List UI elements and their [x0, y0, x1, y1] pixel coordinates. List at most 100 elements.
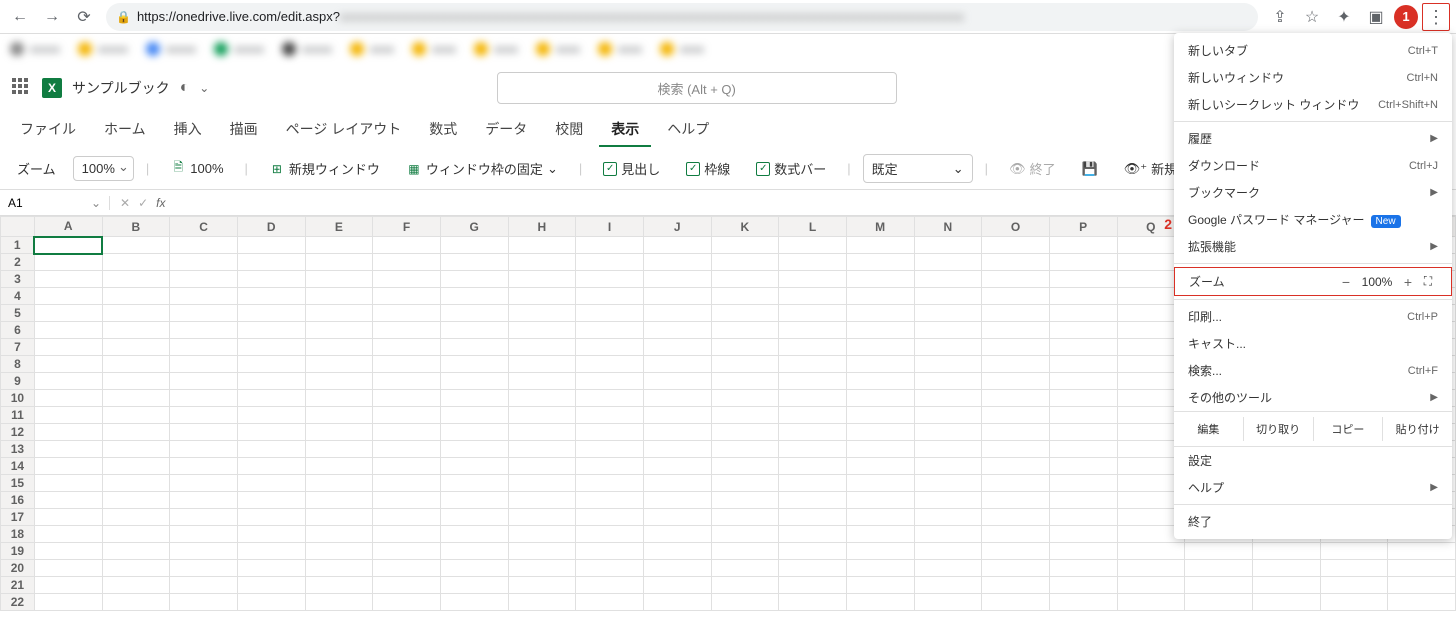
cell[interactable] — [1252, 577, 1320, 594]
cell[interactable] — [34, 271, 102, 288]
cell[interactable] — [643, 560, 711, 577]
cell[interactable] — [508, 271, 576, 288]
row-header[interactable]: 6 — [1, 322, 35, 339]
cell[interactable] — [711, 509, 779, 526]
cell[interactable] — [1049, 271, 1117, 288]
cell[interactable] — [508, 356, 576, 373]
cell[interactable] — [373, 407, 441, 424]
sensitivity-icon[interactable]: ◐ — [180, 79, 190, 97]
cell[interactable] — [508, 577, 576, 594]
cell[interactable] — [643, 271, 711, 288]
row-header[interactable]: 19 — [1, 543, 35, 560]
cell[interactable] — [1049, 492, 1117, 509]
cell[interactable] — [779, 237, 847, 254]
cell[interactable] — [576, 356, 644, 373]
cell[interactable] — [34, 390, 102, 407]
column-header[interactable]: A — [34, 217, 102, 237]
menu-exit[interactable]: 終了 — [1174, 508, 1452, 535]
ribbon-tab[interactable]: 描画 — [218, 113, 270, 147]
cell[interactable] — [102, 441, 170, 458]
cell[interactable] — [1185, 594, 1253, 611]
cell[interactable] — [914, 305, 982, 322]
cell[interactable] — [914, 339, 982, 356]
cell[interactable] — [1049, 339, 1117, 356]
cell[interactable] — [779, 305, 847, 322]
cell[interactable] — [982, 339, 1050, 356]
cell[interactable] — [711, 424, 779, 441]
cell[interactable] — [440, 288, 508, 305]
fx-label[interactable]: fx — [156, 196, 165, 210]
cell[interactable] — [779, 271, 847, 288]
column-header[interactable]: K — [711, 217, 779, 237]
cell[interactable] — [170, 526, 238, 543]
cell[interactable] — [34, 475, 102, 492]
extensions-icon[interactable]: ✦ — [1330, 3, 1358, 31]
cell[interactable] — [576, 288, 644, 305]
cell[interactable] — [914, 475, 982, 492]
cell[interactable] — [779, 322, 847, 339]
menu-cast[interactable]: キャスト... — [1174, 330, 1452, 357]
cell[interactable] — [440, 509, 508, 526]
cell[interactable] — [102, 492, 170, 509]
cell[interactable] — [914, 441, 982, 458]
cell[interactable] — [1049, 577, 1117, 594]
formula-bar-toggle[interactable]: ✓数式バー — [747, 154, 835, 183]
cell[interactable] — [643, 458, 711, 475]
cell[interactable] — [576, 305, 644, 322]
cell[interactable] — [1320, 543, 1388, 560]
cell[interactable] — [643, 492, 711, 509]
menu-extensions[interactable]: 拡張機能▶ — [1174, 233, 1452, 260]
cell[interactable] — [440, 475, 508, 492]
cell[interactable] — [102, 254, 170, 271]
cell[interactable] — [576, 339, 644, 356]
cell[interactable] — [440, 492, 508, 509]
row-header[interactable]: 15 — [1, 475, 35, 492]
cell[interactable] — [1388, 560, 1456, 577]
menu-password-manager[interactable]: Google パスワード マネージャーNew — [1174, 206, 1452, 233]
cell[interactable] — [440, 237, 508, 254]
ribbon-tab[interactable]: 表示 — [599, 113, 651, 147]
close-view-button[interactable]: 👁終了 — [1000, 154, 1065, 183]
cell[interactable] — [982, 322, 1050, 339]
row-header[interactable]: 18 — [1, 526, 35, 543]
cell[interactable] — [440, 424, 508, 441]
cell[interactable] — [982, 509, 1050, 526]
cell[interactable] — [170, 288, 238, 305]
column-header[interactable]: J — [643, 217, 711, 237]
cell[interactable] — [102, 373, 170, 390]
cell[interactable] — [237, 288, 305, 305]
cell[interactable] — [373, 475, 441, 492]
ribbon-tab[interactable]: 挿入 — [162, 113, 214, 147]
row-header[interactable]: 9 — [1, 373, 35, 390]
cell[interactable] — [576, 441, 644, 458]
cell[interactable] — [305, 492, 373, 509]
menu-paste[interactable]: 貼り付け — [1383, 417, 1452, 441]
cell[interactable] — [779, 509, 847, 526]
cell[interactable] — [846, 492, 914, 509]
cell[interactable] — [237, 271, 305, 288]
cell[interactable] — [1049, 373, 1117, 390]
ribbon-tab[interactable]: ヘルプ — [655, 113, 721, 147]
cell[interactable] — [373, 390, 441, 407]
row-header[interactable]: 22 — [1, 594, 35, 611]
cell[interactable] — [576, 373, 644, 390]
zoom-out-button[interactable]: − — [1335, 274, 1357, 290]
cell[interactable] — [237, 475, 305, 492]
cell[interactable] — [982, 288, 1050, 305]
cell[interactable] — [440, 407, 508, 424]
cell[interactable] — [237, 492, 305, 509]
cell[interactable] — [34, 237, 102, 254]
column-header[interactable]: O — [982, 217, 1050, 237]
row-header[interactable]: 7 — [1, 339, 35, 356]
cell[interactable] — [305, 458, 373, 475]
cell[interactable] — [373, 560, 441, 577]
cell[interactable] — [1049, 356, 1117, 373]
cell[interactable] — [711, 373, 779, 390]
gridlines-toggle[interactable]: ✓枠線 — [677, 154, 739, 183]
cell[interactable] — [643, 594, 711, 611]
cell[interactable] — [1388, 543, 1456, 560]
cell[interactable] — [846, 288, 914, 305]
cell[interactable] — [711, 560, 779, 577]
cell[interactable] — [643, 373, 711, 390]
chrome-more-button[interactable]: ⋮ — [1422, 3, 1450, 31]
